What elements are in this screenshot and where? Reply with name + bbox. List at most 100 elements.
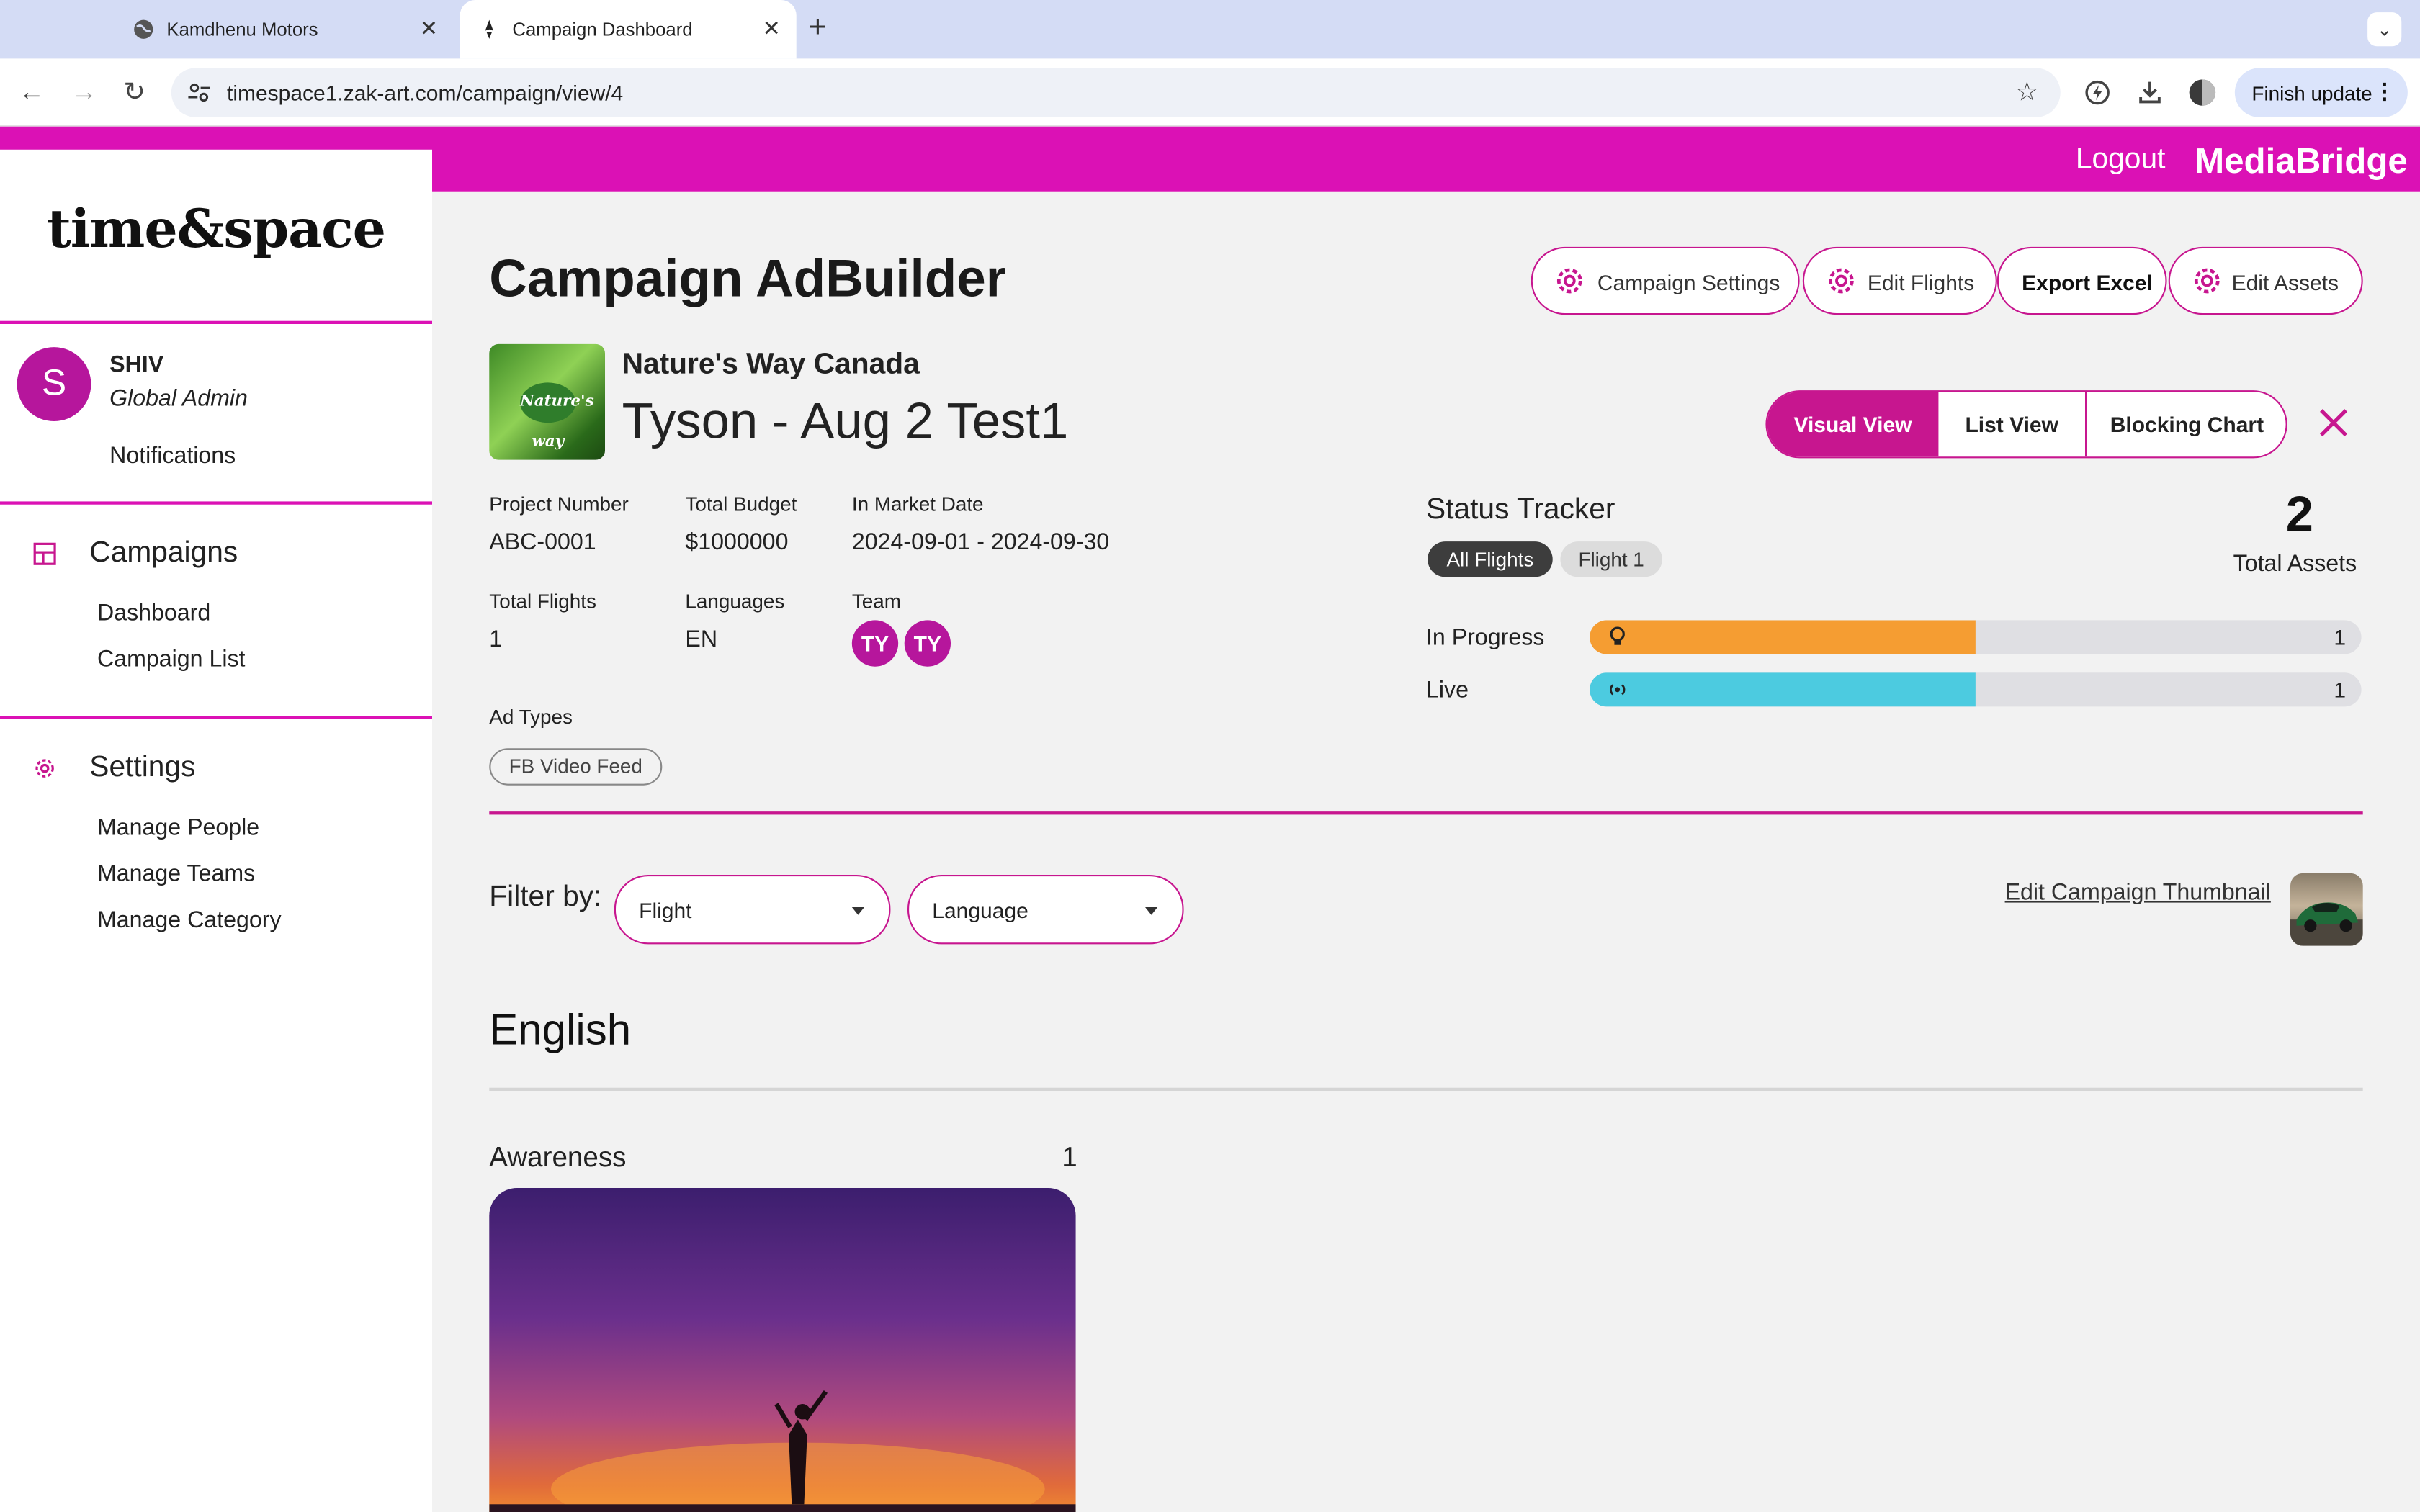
user-role: Global Admin xyxy=(109,385,248,413)
live-count: 1 xyxy=(2334,677,2347,702)
profile-avatar-icon[interactable] xyxy=(2189,78,2217,107)
user-avatar[interactable]: S xyxy=(17,347,91,421)
divider xyxy=(489,1087,2363,1091)
live-label: Live xyxy=(1425,677,1469,704)
chip-all-flights[interactable]: All Flights xyxy=(1428,541,1553,577)
group-title: Awareness xyxy=(489,1141,627,1173)
in-progress-label: In Progress xyxy=(1425,624,1545,652)
dashboard-grid-icon xyxy=(33,542,56,565)
edit-assets-label: Edit Assets xyxy=(2231,270,2339,295)
bookmark-star-icon[interactable]: ☆ xyxy=(2015,77,2039,108)
live-bar[interactable]: 1 xyxy=(1590,672,2362,707)
languages-value: EN xyxy=(685,626,718,653)
tab-kamdhenu-motors[interactable]: Kamdhenu Motors ✕ xyxy=(115,0,457,58)
in-progress-bar-fill xyxy=(1590,620,1976,654)
divider xyxy=(0,320,432,324)
section-divider xyxy=(489,811,2363,815)
close-tab-icon[interactable]: ✕ xyxy=(420,15,438,41)
asset-card[interactable] xyxy=(489,1188,1076,1512)
sidebar-item-manage-people[interactable]: Manage People xyxy=(97,814,259,840)
app-bar: Logout MediaBridge xyxy=(432,126,2420,192)
total-budget-value: $1000000 xyxy=(685,529,789,556)
list-view-button[interactable]: List View xyxy=(1938,392,2085,456)
project-number-value: ABC-0001 xyxy=(489,529,596,556)
caret-down-icon xyxy=(851,907,864,915)
extension-icon[interactable] xyxy=(2084,78,2112,107)
edit-campaign-thumbnail-link[interactable]: Edit Campaign Thumbnail xyxy=(2005,879,2271,905)
natures-way-logo: Nature's way xyxy=(520,382,594,451)
tab-title: Kamdhenu Motors xyxy=(166,18,318,40)
filter-by-label: Filter by: xyxy=(489,881,602,914)
team-member-avatar[interactable]: TY xyxy=(851,620,899,667)
gear-icon xyxy=(35,759,54,778)
ad-types-label: Ad Types xyxy=(489,705,573,729)
in-progress-bar[interactable]: 1 xyxy=(1590,620,2362,654)
flight-filter-dropdown[interactable]: Flight xyxy=(614,875,891,945)
ad-type-chip: FB Video Feed xyxy=(489,748,663,786)
sidebar-item-manage-teams[interactable]: Manage Teams xyxy=(97,861,255,887)
forward-button[interactable]: → xyxy=(71,77,97,108)
sidebar-item-dashboard[interactable]: Dashboard xyxy=(97,600,210,626)
project-number-label: Project Number xyxy=(489,492,629,516)
finish-update-button[interactable]: Finish update ⋮ xyxy=(2234,68,2408,117)
language-filter-value: Language xyxy=(932,898,1028,923)
total-assets-label: Total Assets xyxy=(2233,551,2357,577)
sidebar-section-campaigns[interactable]: Campaigns xyxy=(89,537,238,571)
close-tab-icon[interactable]: ✕ xyxy=(763,15,781,41)
browser-tab-strip: Kamdhenu Motors ✕ Campaign Dashboard ✕ +… xyxy=(0,0,2420,59)
edit-assets-button[interactable]: Edit Assets xyxy=(2168,246,2363,315)
campaign-thumbnail-preview[interactable] xyxy=(2290,873,2363,946)
url-text: timespace1.zak-art.com/campaign/view/4 xyxy=(227,80,624,105)
sidebar-item-campaign-list[interactable]: Campaign List xyxy=(97,647,245,672)
languages-label: Languages xyxy=(685,589,785,613)
in-market-date-label: In Market Date xyxy=(851,492,984,516)
tab-campaign-dashboard[interactable]: Campaign Dashboard ✕ xyxy=(460,0,797,59)
chip-flight-1[interactable]: Flight 1 xyxy=(1560,541,1662,577)
screen: Kamdhenu Motors ✕ Campaign Dashboard ✕ +… xyxy=(0,0,2420,1512)
address-bar[interactable]: timespace1.zak-art.com/campaign/view/4 ☆ xyxy=(171,68,2061,117)
language-filter-dropdown[interactable]: Language xyxy=(908,875,1184,945)
edit-flights-button[interactable]: Edit Flights xyxy=(1802,246,1997,315)
gear-icon xyxy=(2194,268,2220,294)
brand-logo[interactable]: MediaBridge xyxy=(2195,140,2408,182)
more-menu-icon[interactable]: ⋮ xyxy=(2374,78,2396,104)
lightbulb-icon xyxy=(1610,626,1625,645)
sidebar-item-manage-category[interactable]: Manage Category xyxy=(97,907,282,933)
status-tracker-title: Status Tracker xyxy=(1425,493,1615,526)
blocking-chart-button[interactable]: Blocking Chart xyxy=(2087,392,2285,456)
divider xyxy=(0,501,432,505)
team-member-avatar[interactable]: TY xyxy=(904,620,951,667)
logout-link[interactable]: Logout xyxy=(2076,143,2166,177)
live-bar-fill xyxy=(1590,672,1976,707)
back-button[interactable]: ← xyxy=(19,77,45,108)
download-icon[interactable] xyxy=(2136,78,2164,107)
gear-icon xyxy=(1556,268,1582,294)
app-bar-strip xyxy=(0,126,432,150)
sidebar-section-settings[interactable]: Settings xyxy=(89,752,195,786)
campaign-settings-button[interactable]: Campaign Settings xyxy=(1531,246,1800,315)
notifications-link[interactable]: Notifications xyxy=(109,443,236,469)
flight-filter-value: Flight xyxy=(639,898,692,923)
export-excel-label: Export Excel xyxy=(2022,270,2153,295)
gear-icon xyxy=(1829,268,1854,294)
browser-toolbar: ← → ↻ timespace1.zak-art.com/campaign/vi… xyxy=(0,58,2420,127)
site-settings-icon[interactable] xyxy=(187,80,211,104)
view-switcher: Visual View List View Blocking Chart xyxy=(1765,390,2287,459)
visual-view-button[interactable]: Visual View xyxy=(1767,392,1939,457)
total-flights-label: Total Flights xyxy=(489,589,596,613)
new-tab-button[interactable]: + xyxy=(809,12,827,43)
broadcast-icon xyxy=(1610,684,1626,696)
campaign-settings-label: Campaign Settings xyxy=(1597,270,1780,295)
sunset-silhouette-image xyxy=(489,1390,1076,1512)
export-excel-button[interactable]: Export Excel xyxy=(1996,246,2167,315)
sidebar: time&space S SHIV Global Admin Notificat… xyxy=(0,149,432,1512)
divider xyxy=(0,716,432,719)
reload-button[interactable]: ↻ xyxy=(123,77,145,108)
tab-search-button[interactable]: ⌄ xyxy=(2367,12,2402,47)
tab-title: Campaign Dashboard xyxy=(512,18,693,40)
timespace-logo[interactable]: time&space xyxy=(0,199,432,261)
total-flights-value: 1 xyxy=(489,626,503,653)
finish-update-label: Finish update xyxy=(2251,81,2372,105)
close-icon[interactable] xyxy=(2315,404,2352,441)
globe-icon xyxy=(134,19,153,39)
